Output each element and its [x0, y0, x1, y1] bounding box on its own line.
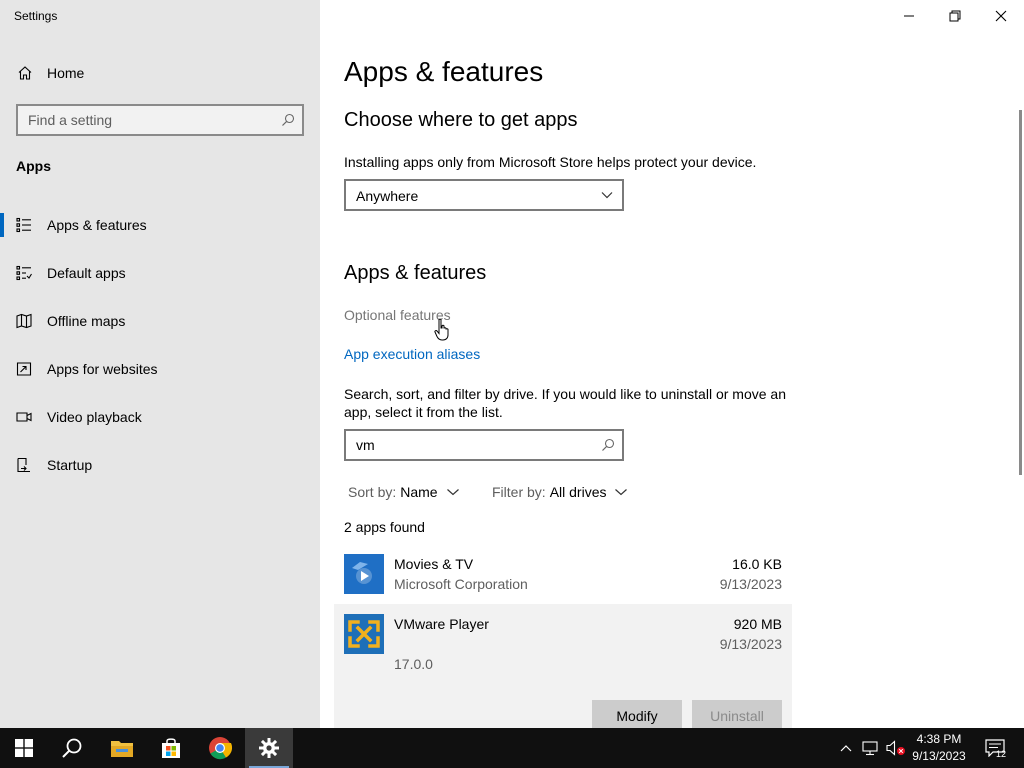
sidebar-item-apps-for-websites[interactable]: Apps for websites: [0, 349, 320, 389]
sort-by-dropdown[interactable]: Sort by: Name: [348, 484, 460, 500]
movies-tv-app-icon: [344, 554, 384, 594]
taskbar-file-explorer[interactable]: [98, 728, 146, 768]
close-button[interactable]: [978, 0, 1024, 32]
app-install-date: 9/13/2023: [719, 636, 782, 652]
startup-icon: [17, 457, 30, 473]
app-list-search-box[interactable]: [344, 429, 624, 461]
start-button[interactable]: [0, 728, 48, 768]
window-title: Settings: [14, 9, 58, 23]
filter-by-dropdown[interactable]: Filter by: All drives: [492, 484, 628, 500]
sidebar-item-label: Default apps: [47, 265, 126, 281]
minimize-button[interactable]: [886, 0, 932, 32]
app-name: VMware Player: [394, 616, 489, 632]
volume-tray-button[interactable]: [884, 728, 908, 768]
page-title: Apps & features: [344, 56, 544, 87]
map-icon: [16, 313, 32, 329]
main-content: Apps & features Choose where to get apps…: [320, 0, 1024, 732]
filter-by-value: All drives: [549, 484, 607, 500]
search-icon[interactable]: [601, 438, 615, 452]
taskbar-microsoft-store[interactable]: [147, 728, 195, 768]
app-list-search-input[interactable]: [346, 431, 586, 459]
sidebar-section-label: Apps: [16, 158, 51, 174]
taskbar-chrome[interactable]: [196, 728, 244, 768]
app-install-date: 9/13/2023: [719, 576, 782, 592]
hand-cursor-icon: [434, 318, 449, 341]
app-execution-aliases-link[interactable]: App execution aliases: [344, 346, 480, 362]
network-tray-button[interactable]: [860, 728, 882, 768]
sidebar-item-startup[interactable]: Startup: [0, 445, 320, 485]
volume-muted-icon: [886, 740, 905, 756]
file-explorer-icon: [111, 741, 133, 757]
app-list-item-vmware-player[interactable]: VMware Player 920 MB 9/13/2023 17.0.0 Mo…: [334, 604, 792, 732]
app-source-dropdown[interactable]: Anywhere: [344, 179, 624, 211]
restore-button[interactable]: [932, 0, 978, 32]
action-center-button[interactable]: [980, 728, 1010, 768]
app-name: Movies & TV: [394, 556, 474, 572]
taskbar: 4:38 PM 9/13/2023: [0, 728, 1024, 768]
search-icon[interactable]: [281, 113, 295, 127]
sidebar-item-label: Apps & features: [47, 217, 147, 233]
minimize-icon: [904, 15, 914, 17]
sort-by-value: Name: [400, 484, 438, 500]
taskbar-search-button[interactable]: [48, 728, 96, 768]
sort-by-label: Sort by:: [348, 484, 397, 500]
restore-icon: [949, 10, 961, 22]
sidebar-item-home-label: Home: [47, 65, 85, 81]
gear-icon: [259, 738, 279, 758]
windows-logo-icon: [15, 739, 33, 757]
default-apps-icon: [16, 265, 32, 281]
sidebar-item-default-apps[interactable]: Default apps: [0, 253, 320, 293]
app-publisher: Microsoft Corporation: [394, 576, 528, 592]
close-icon: [995, 10, 1007, 22]
list-icon: [16, 217, 31, 233]
chevron-up-icon: [840, 745, 852, 752]
chevron-down-icon: [446, 489, 459, 496]
taskbar-settings[interactable]: [245, 728, 293, 768]
search-icon: [62, 738, 82, 758]
choose-apps-heading: Choose where to get apps: [344, 109, 578, 131]
open-external-icon: [16, 362, 32, 376]
sidebar-item-video-playback[interactable]: Video playback: [0, 397, 320, 437]
settings-search-input[interactable]: [18, 106, 268, 134]
apps-features-heading: Apps & features: [344, 262, 487, 284]
sidebar-item-label: Offline maps: [47, 313, 126, 329]
app-version: 17.0.0: [394, 656, 433, 672]
filter-by-label: Filter by:: [492, 484, 546, 500]
sidebar: Settings Home Apps Apps & features: [0, 0, 320, 728]
vmware-player-app-icon: [344, 614, 384, 654]
network-icon: [862, 741, 878, 756]
notification-count-badge: 12: [996, 749, 1007, 759]
chrome-icon: [209, 737, 232, 760]
sidebar-item-label: Apps for websites: [47, 361, 158, 377]
home-icon: [18, 66, 32, 80]
choose-apps-description: Installing apps only from Microsoft Stor…: [344, 154, 757, 170]
store-icon: [162, 738, 180, 758]
clock-date: 9/13/2023: [912, 749, 966, 763]
sidebar-item-label: Startup: [47, 457, 93, 473]
app-list-item-movies-tv[interactable]: Movies & TV Microsoft Corporation 16.0 K…: [334, 546, 792, 602]
apps-found-count: 2 apps found: [344, 519, 425, 535]
sidebar-item-apps-features[interactable]: Apps & features: [0, 205, 320, 245]
taskbar-clock[interactable]: 4:38 PM 9/13/2023: [906, 731, 972, 765]
app-size: 920 MB: [733, 616, 782, 632]
sidebar-item-offline-maps[interactable]: Offline maps: [0, 301, 320, 341]
sidebar-item-home[interactable]: Home: [0, 56, 320, 90]
main-scrollbar[interactable]: [1019, 110, 1022, 475]
app-size: 16.0 KB: [732, 556, 782, 572]
show-hidden-icons-button[interactable]: [836, 728, 856, 768]
search-description: Search, sort, and filter by drive. If yo…: [344, 386, 786, 420]
settings-search-box[interactable]: [16, 104, 304, 136]
video-icon: [16, 412, 32, 422]
app-source-value: Anywhere: [356, 188, 419, 204]
chevron-down-icon: [601, 192, 613, 199]
clock-time: 4:38 PM: [916, 732, 962, 746]
chevron-down-icon: [615, 489, 628, 496]
sidebar-item-label: Video playback: [47, 409, 142, 425]
